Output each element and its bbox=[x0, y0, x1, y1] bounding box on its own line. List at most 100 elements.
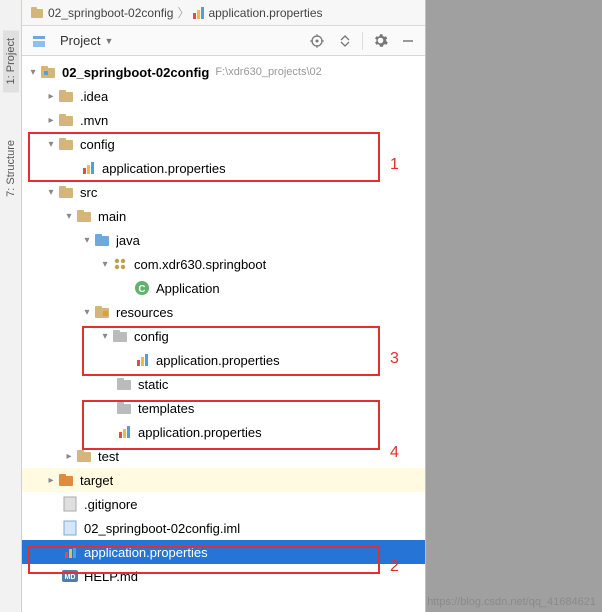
tree-item-root-app[interactable]: application.properties bbox=[22, 540, 425, 564]
chevron-down-icon[interactable]: ▾ bbox=[26, 67, 40, 78]
breadcrumb: 02_springboot-02config 〉 application.pro… bbox=[22, 0, 425, 26]
breadcrumb-root[interactable]: 02_springboot-02config bbox=[30, 6, 173, 20]
locate-icon[interactable] bbox=[306, 30, 328, 52]
tree-item-application-class[interactable]: C Application bbox=[22, 276, 425, 300]
tree-item-package[interactable]: ▾ com.xdr630.springboot bbox=[22, 252, 425, 276]
chevron-right-icon[interactable]: ▸ bbox=[44, 91, 58, 102]
class-icon: C bbox=[134, 280, 150, 296]
tree-label: java bbox=[116, 233, 140, 248]
tree-label: .mvn bbox=[80, 113, 108, 128]
project-label: Project bbox=[60, 33, 100, 48]
tree-item-config[interactable]: ▾ config bbox=[22, 132, 425, 156]
tree-label: main bbox=[98, 209, 126, 224]
tree-label: .idea bbox=[80, 89, 108, 104]
tree-label: src bbox=[80, 185, 97, 200]
tree-item-test[interactable]: ▸ test bbox=[22, 444, 425, 468]
tree-label: application.properties bbox=[138, 425, 262, 440]
file-icon bbox=[62, 520, 78, 536]
annotation-label-1: 1 bbox=[390, 156, 399, 174]
tree-label: static bbox=[138, 377, 168, 392]
folder-icon bbox=[94, 232, 110, 248]
tree-item-src[interactable]: ▾ src bbox=[22, 180, 425, 204]
rail-tab-label: 1: Project bbox=[5, 38, 17, 84]
tree-label: HELP.md bbox=[84, 569, 138, 584]
tree-item-help[interactable]: MD HELP.md bbox=[22, 564, 425, 588]
properties-icon bbox=[116, 424, 132, 440]
minimize-icon[interactable] bbox=[397, 30, 419, 52]
file-icon bbox=[62, 496, 78, 512]
tree-item-res-app[interactable]: application.properties bbox=[22, 420, 425, 444]
tree-item-target[interactable]: ▸ target bbox=[22, 468, 425, 492]
project-toolbar: Project ▼ bbox=[22, 26, 425, 56]
chevron-right-icon[interactable]: ▸ bbox=[44, 115, 58, 126]
breadcrumb-file[interactable]: application.properties bbox=[193, 6, 322, 20]
tree-item-gitignore[interactable]: .gitignore bbox=[22, 492, 425, 516]
tree-item-mvn[interactable]: ▸ .mvn bbox=[22, 108, 425, 132]
folder-icon bbox=[116, 400, 132, 416]
chevron-down-icon[interactable]: ▾ bbox=[80, 235, 94, 246]
breadcrumb-label: application.properties bbox=[208, 6, 322, 20]
tree-label: test bbox=[98, 449, 119, 464]
annotation-label-2: 2 bbox=[390, 558, 399, 576]
folder-icon bbox=[30, 6, 44, 20]
svg-text:MD: MD bbox=[65, 574, 76, 581]
tree-item-static[interactable]: static bbox=[22, 372, 425, 396]
chevron-down-icon[interactable]: ▾ bbox=[44, 139, 58, 150]
properties-icon bbox=[62, 544, 78, 560]
project-dropdown[interactable]: Project ▼ bbox=[56, 33, 117, 48]
project-tree[interactable]: ▾ 02_springboot-02config F:\xdr630_proje… bbox=[22, 56, 425, 612]
markdown-icon: MD bbox=[62, 568, 78, 584]
svg-text:C: C bbox=[138, 284, 145, 295]
tree-item-resources[interactable]: ▾ resources bbox=[22, 300, 425, 324]
tree-label: config bbox=[134, 329, 169, 344]
tree-label: 02_springboot-02config.iml bbox=[84, 521, 240, 536]
tree-item-config-app[interactable]: application.properties bbox=[22, 156, 425, 180]
tree-item-iml[interactable]: 02_springboot-02config.iml bbox=[22, 516, 425, 540]
chevron-down-icon[interactable]: ▾ bbox=[62, 211, 76, 222]
folder-icon bbox=[58, 184, 74, 200]
rail-tab-structure[interactable]: 7: Structure bbox=[3, 132, 19, 205]
tree-label: target bbox=[80, 473, 113, 488]
breadcrumb-label: 02_springboot-02config bbox=[48, 6, 173, 20]
tree-item-java[interactable]: ▾ java bbox=[22, 228, 425, 252]
chevron-down-icon[interactable]: ▾ bbox=[80, 307, 94, 318]
annotation-label-4: 4 bbox=[390, 444, 399, 462]
tree-label: config bbox=[80, 137, 115, 152]
gear-icon[interactable] bbox=[369, 30, 391, 52]
tree-label: application.properties bbox=[156, 353, 280, 368]
folder-icon bbox=[58, 136, 74, 152]
tree-item-main[interactable]: ▾ main bbox=[22, 204, 425, 228]
rail-tab-project[interactable]: 1: Project bbox=[3, 30, 19, 92]
tree-item-res-config-app[interactable]: application.properties bbox=[22, 348, 425, 372]
tree-label: 02_springboot-02config bbox=[62, 65, 209, 80]
chevron-right-icon[interactable]: ▸ bbox=[44, 475, 58, 486]
folder-icon bbox=[112, 328, 128, 344]
folder-icon bbox=[58, 88, 74, 104]
rail-tab-label: 7: Structure bbox=[5, 140, 17, 197]
chevron-down-icon[interactable]: ▾ bbox=[44, 187, 58, 198]
tree-label: Application bbox=[156, 281, 220, 296]
annotation-label-3: 3 bbox=[390, 350, 399, 368]
chevron-down-icon[interactable]: ▾ bbox=[98, 259, 112, 270]
properties-icon bbox=[193, 7, 204, 19]
tree-item-templates[interactable]: templates bbox=[22, 396, 425, 420]
folder-icon bbox=[116, 376, 132, 392]
folder-icon bbox=[76, 448, 92, 464]
editor-area bbox=[426, 0, 602, 612]
tree-item-idea[interactable]: ▸ .idea bbox=[22, 84, 425, 108]
left-tool-rail: 1: Project 7: Structure bbox=[0, 0, 22, 612]
tree-root[interactable]: ▾ 02_springboot-02config F:\xdr630_proje… bbox=[22, 60, 425, 84]
folder-icon bbox=[58, 472, 74, 488]
folder-icon bbox=[58, 112, 74, 128]
project-view-icon[interactable] bbox=[28, 30, 50, 52]
properties-icon bbox=[80, 160, 96, 176]
chevron-down-icon[interactable]: ▾ bbox=[98, 331, 112, 342]
tree-item-res-config[interactable]: ▾ config bbox=[22, 324, 425, 348]
expand-icon[interactable] bbox=[334, 30, 356, 52]
tree-label: application.properties bbox=[102, 161, 226, 176]
chevron-right-icon[interactable]: ▸ bbox=[62, 451, 76, 462]
properties-icon bbox=[134, 352, 150, 368]
tree-label: com.xdr630.springboot bbox=[134, 257, 266, 272]
tree-label: templates bbox=[138, 401, 194, 416]
chevron-right-icon: 〉 bbox=[177, 4, 189, 21]
